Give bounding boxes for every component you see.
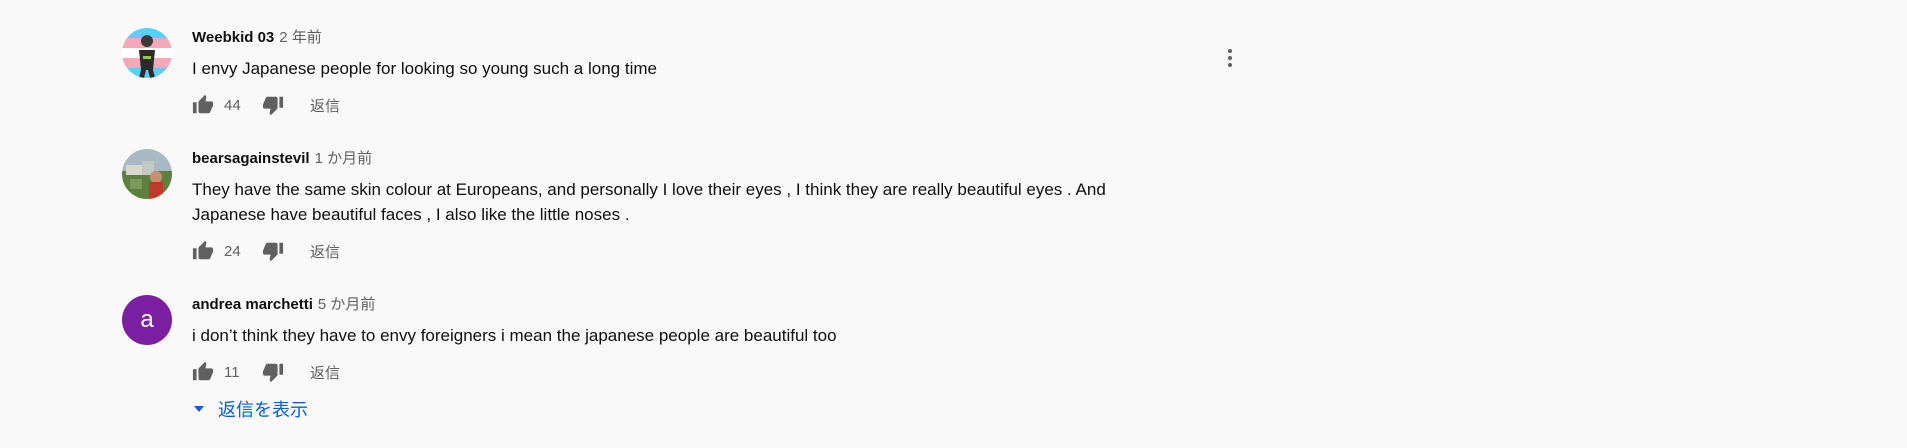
comment-header: andrea marchetti 5 か月前 xyxy=(192,295,1192,315)
show-replies-button[interactable]: 返信を表示 xyxy=(192,396,308,422)
comment-body: andrea marchetti 5 か月前 i don’t think they… xyxy=(192,295,1192,384)
like-count: 11 xyxy=(224,363,240,381)
comment-text-line: They have the same skin colour at Europe… xyxy=(192,180,1106,199)
reply-button[interactable]: 返信 xyxy=(310,362,340,383)
comment-text: i don’t think they have to envy foreigne… xyxy=(192,326,837,345)
caret-down-icon xyxy=(192,402,206,416)
author-name[interactable]: Weebkid 03 xyxy=(192,29,274,46)
avatar[interactable] xyxy=(122,28,172,78)
comment-body: bearsagainstevil 1 か月前 They have the same… xyxy=(192,149,1192,263)
thumb-up-icon[interactable] xyxy=(192,240,214,262)
show-replies-label: 返信を表示 xyxy=(218,400,308,420)
comment-header: bearsagainstevil 1 か月前 xyxy=(192,149,1192,169)
thumb-down-icon[interactable] xyxy=(262,94,284,116)
like-count: 44 xyxy=(224,96,241,114)
comment-actions: 24 返信 xyxy=(192,239,1192,263)
comment-actions: 11 返信 xyxy=(192,360,1192,384)
comment-time[interactable]: 1 か月前 xyxy=(315,150,373,167)
comment-header: Weebkid 03 2 年前 xyxy=(192,28,1192,48)
comment-actions: 44 返信 xyxy=(192,93,1192,117)
thumb-up-icon[interactable] xyxy=(192,361,214,383)
comment-thread: bearsagainstevil 1 か月前 They have the same… xyxy=(122,149,1242,269)
thumb-up-icon[interactable] xyxy=(192,94,214,116)
avatar[interactable]: a xyxy=(122,295,172,345)
author-name[interactable]: bearsagainstevil xyxy=(192,150,310,167)
author-name[interactable]: andrea marchetti xyxy=(192,296,313,313)
thumb-down-icon[interactable] xyxy=(262,361,284,383)
comment-text: I envy Japanese people for looking so yo… xyxy=(192,59,657,78)
comment-time[interactable]: 2 年前 xyxy=(279,29,322,46)
like-count: 24 xyxy=(224,242,241,260)
thumb-down-icon[interactable] xyxy=(262,240,284,262)
comment-body: Weebkid 03 2 年前 I envy Japanese people fo… xyxy=(192,28,1192,117)
trans-flag-avatar-image xyxy=(122,28,172,78)
avatar[interactable] xyxy=(122,149,172,199)
comment-thread: a andrea marchetti 5 か月前 i don’t think th… xyxy=(122,295,1242,435)
comment-text: They have the same skin colour at Europe… xyxy=(192,177,1192,227)
more-vert-icon[interactable] xyxy=(1218,46,1242,70)
comment-thread: Weebkid 03 2 年前 I envy Japanese people fo… xyxy=(122,28,1242,128)
reply-button[interactable]: 返信 xyxy=(310,95,340,116)
photo-avatar-image xyxy=(122,149,172,199)
comment-time[interactable]: 5 か月前 xyxy=(318,296,376,313)
comment-text-line: Japanese have beautiful faces , I also l… xyxy=(192,205,630,224)
avatar-letter: a xyxy=(140,306,154,333)
reply-button[interactable]: 返信 xyxy=(310,241,340,262)
